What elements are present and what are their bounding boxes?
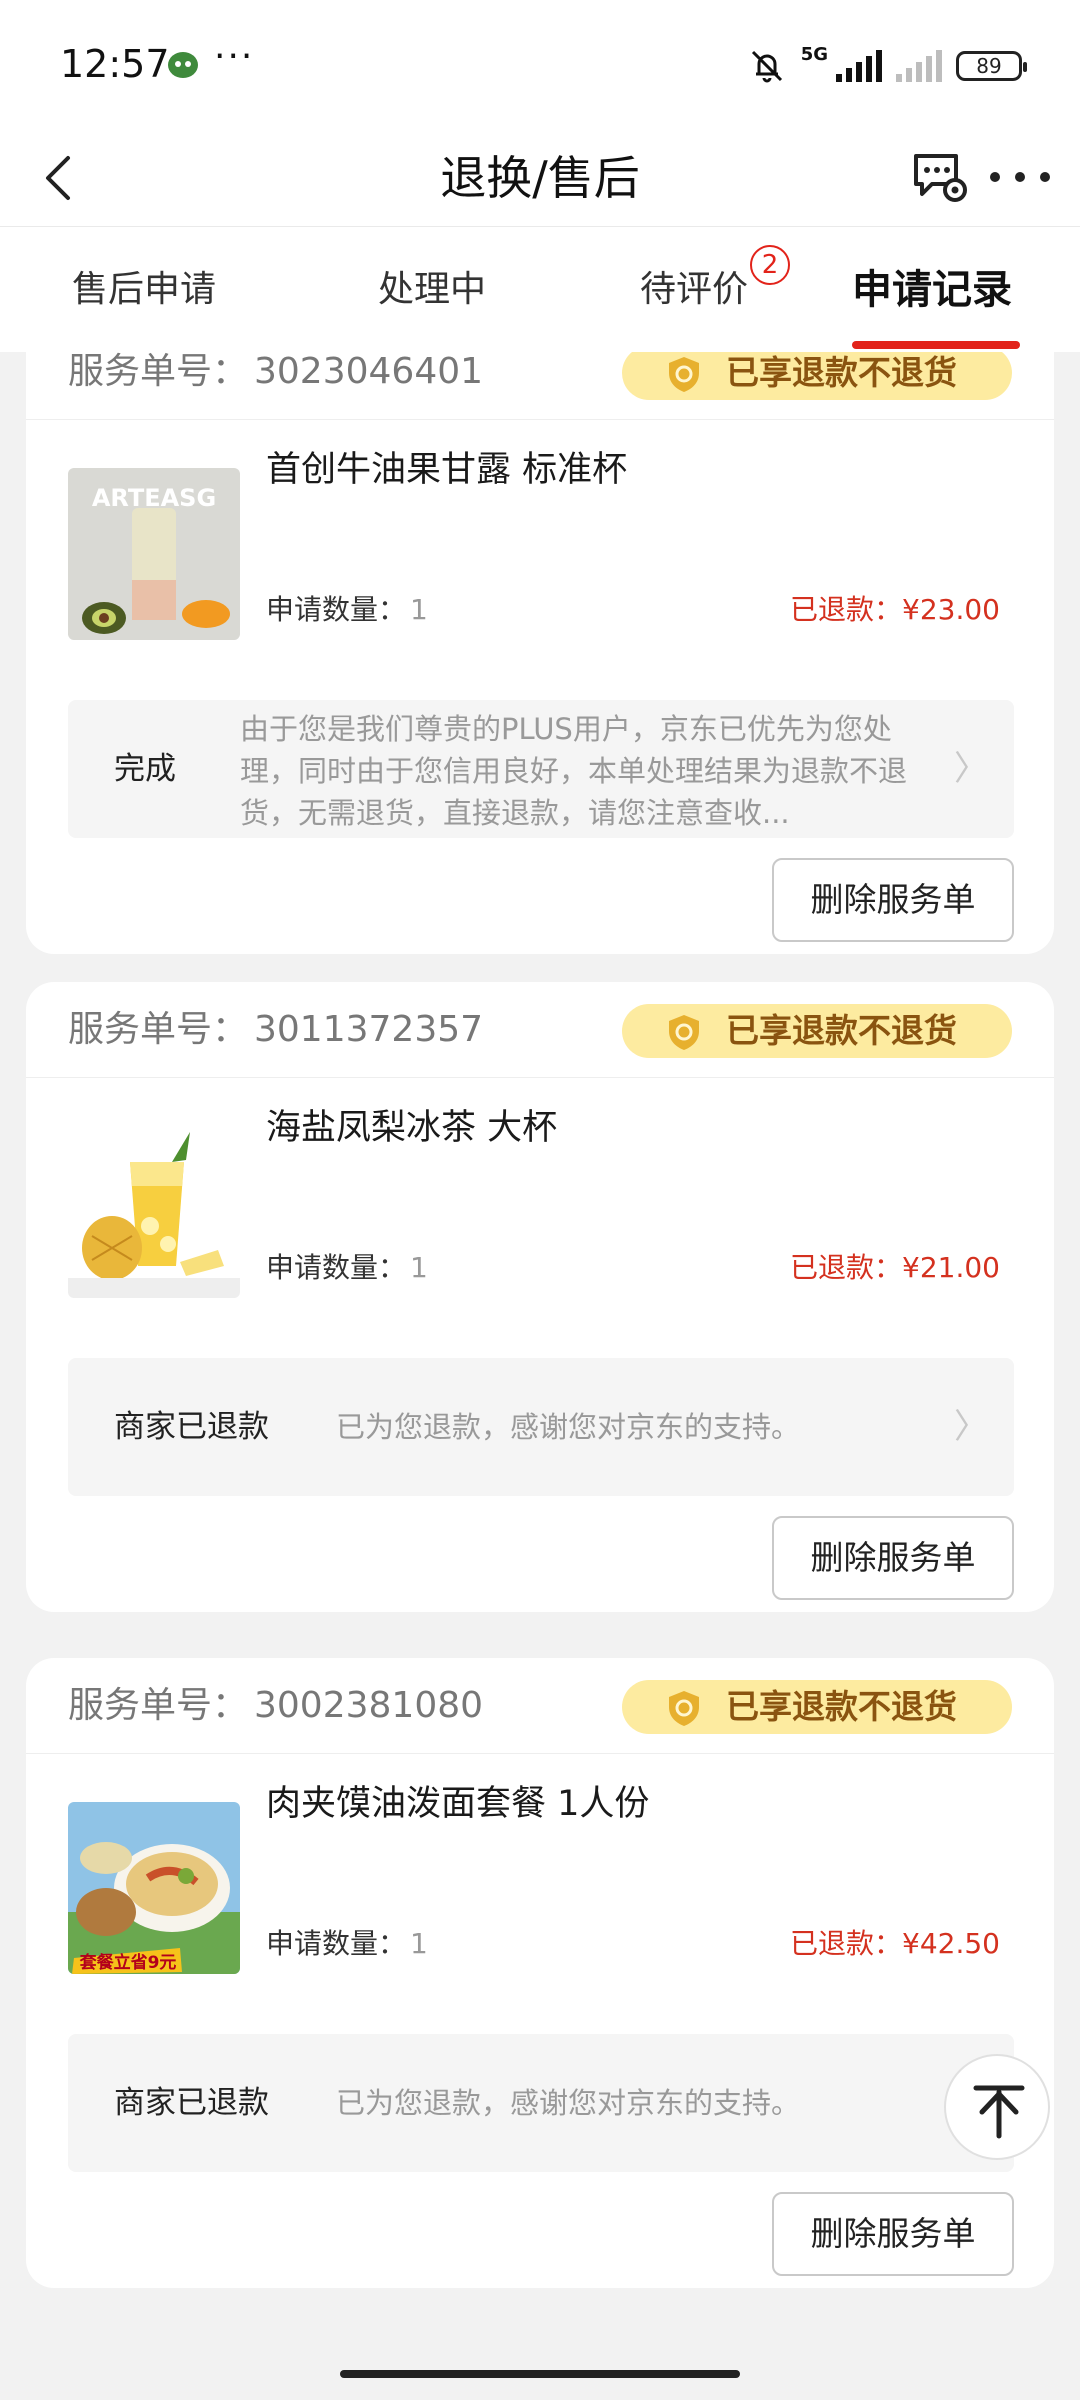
perk-text: 已享退款不退货 [726,1687,957,1726]
card-header: 服务单号： 3011372357 已享退款不退货 [26,982,1054,1078]
quantity-value: 1 [410,1251,428,1284]
status-description: 已为您退款，感谢您对京东的支持。 [336,1410,801,1444]
chevron-right-icon: 〉 [954,1407,988,1447]
customer-service-button[interactable] [910,146,970,206]
thumb-brand-text: ARTEASG [92,484,216,512]
delete-service-order-button[interactable]: 删除服务单 [772,2192,1014,2276]
status-name: 商家已退款 [114,2085,269,2121]
quantity-label: 申请数量： [266,1251,407,1284]
nav-bar: 退换/售后 [0,130,1080,226]
tab-pending-review[interactable]: 待评价 [640,227,748,353]
customer-service-chat-icon [914,154,967,202]
signal-strength-icon [836,50,882,82]
service-number-label: 服务单号： [68,1685,249,1726]
status-row[interactable]: 商家已退款 已为您退款，感谢您对京东的支持。 〉 [68,2034,1014,2172]
quantity-label: 申请数量： [266,1927,407,1960]
shield-icon [669,1015,699,1050]
service-number-label: 服务单号： [68,1009,249,1050]
arrow-up-icon [973,2085,1025,2139]
battery-icon: 89 [956,51,1027,81]
service-number-label: 服务单号： [68,352,249,392]
bell-muted-icon [751,50,782,83]
perk-text: 已享退款不退货 [726,353,957,392]
refund-amount: 已退款：¥42.50 [790,1927,1000,1960]
more-button[interactable] [990,152,1050,202]
tab-after-sales-apply[interactable]: 售后申请 [72,227,216,353]
status-row[interactable]: 完成 由于您是我们尊贵的PLUS用户，京东已优先为您处理，同时由于您信用良好，本… [68,700,1014,838]
product-thumbnail[interactable] [68,1126,240,1298]
shield-icon [669,1691,699,1726]
product-thumbnail[interactable]: 套餐立省9元 [68,1802,240,1974]
card-header: 服务单号： 3002381080 已享退款不退货 [26,1658,1054,1754]
more-dot [1040,172,1050,182]
tab-bar: 售后申请 处理中 待评价 2 申请记录 [0,226,1080,352]
status-time: 12:57 [60,42,170,86]
refund-no-return-badge: 已享退款不退货 [622,1680,1012,1734]
product-thumbnail[interactable]: ARTEASG [68,468,240,640]
refund-no-return-badge: 已享退款不退货 [622,1004,1012,1058]
service-order-card: 服务单号： 3023046401 已享退款不退货 ARTEASG 首创牛油果甘露… [26,352,1054,954]
status-row[interactable]: 商家已退款 已为您退款，感谢您对京东的支持。 〉 [68,1358,1014,1496]
more-dot [1015,172,1025,182]
quantity-label: 申请数量： [266,593,407,626]
service-order-card: 服务单号： 3002381080 已享退款不退货 套餐立省9元 肉夹馍油泼面套餐… [26,1658,1054,2288]
refund-no-return-badge: 已享退款不退货 [622,352,1012,400]
home-indicator[interactable] [340,2370,740,2378]
delete-service-order-button[interactable]: 删除服务单 [772,1516,1014,1600]
tab-application-records[interactable]: 申请记录 [852,227,1012,353]
status-name: 商家已退款 [114,1409,269,1445]
service-order-card: 服务单号： 3011372357 已享退款不退货 海盐凤梨冰茶 大杯 申请数量：… [26,982,1054,1612]
back-to-top-button[interactable] [944,2054,1050,2160]
wechat-notification-icon [168,52,198,78]
active-tab-indicator [852,341,1020,349]
status-bar: 12:57 ··· 5G 89 [0,0,1080,130]
status-more-indicator: ··· [214,36,255,77]
product-name[interactable]: 海盐凤梨冰茶 大杯 [266,1104,557,1152]
status-description: 已为您退款，感谢您对京东的支持。 [336,2086,801,2120]
signal-strength-secondary-icon [896,50,942,82]
pending-review-badge: 2 [750,245,790,285]
tab-processing[interactable]: 处理中 [378,227,486,353]
product-name[interactable]: 肉夹馍油泼面套餐 1人份 [266,1780,649,1828]
chevron-right-icon: 〉 [954,749,988,789]
more-dot [990,172,1000,182]
quantity-value: 1 [410,593,428,626]
service-number: 3023046401 [254,352,484,392]
card-header: 服务单号： 3023046401 已享退款不退货 [26,352,1054,420]
delete-service-order-button[interactable]: 删除服务单 [772,858,1014,942]
refund-amount: 已退款：¥23.00 [790,593,1000,626]
network-type-label: 5G [800,44,828,65]
status-name: 完成 [114,751,176,787]
product-name[interactable]: 首创牛油果甘露 标准杯 [266,446,627,494]
thumb-promo-text: 套餐立省9元 [79,1952,177,1973]
shield-icon [669,357,699,392]
status-icons: 5G 89 [747,44,1027,86]
service-order-list: 服务单号： 3023046401 已享退款不退货 ARTEASG 首创牛油果甘露… [0,352,1080,2400]
quantity-value: 1 [410,1927,428,1960]
status-description: 由于您是我们尊贵的PLUS用户，京东已优先为您处理，同时由于您信用良好，本单处理… [240,712,908,830]
perk-text: 已享退款不退货 [726,1011,957,1050]
refund-amount: 已退款：¥21.00 [790,1251,1000,1284]
service-number: 3011372357 [254,1009,484,1050]
service-number: 3002381080 [254,1685,484,1726]
